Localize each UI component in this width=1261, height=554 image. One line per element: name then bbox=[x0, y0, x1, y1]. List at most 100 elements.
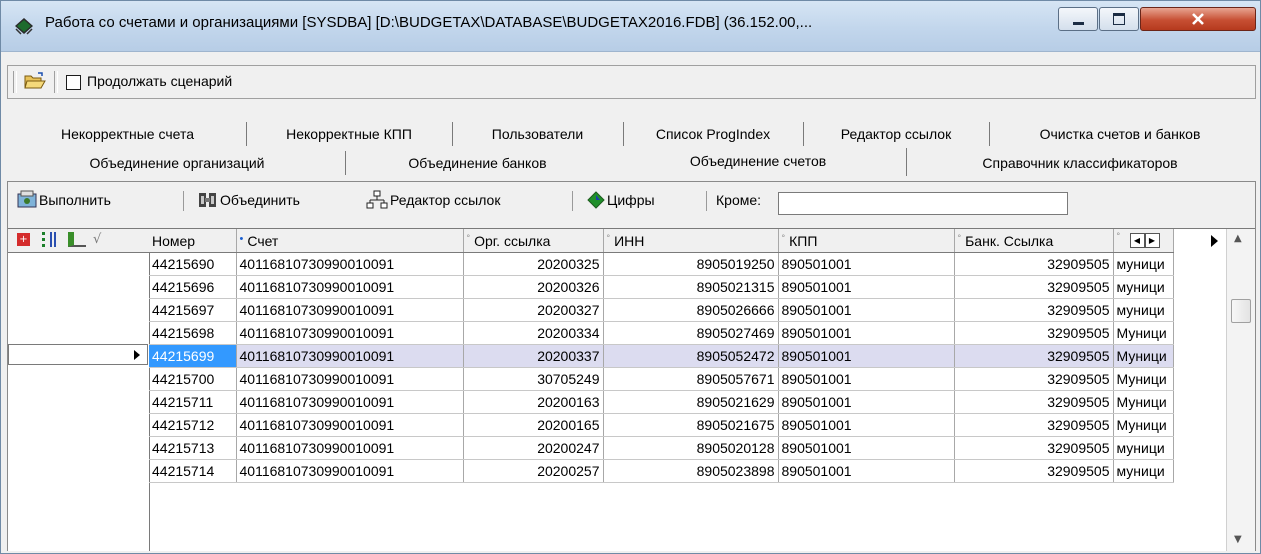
column-header-account[interactable]: • Счет bbox=[236, 229, 464, 253]
cell-number[interactable]: 44215713 bbox=[149, 436, 237, 460]
close-button[interactable] bbox=[1140, 7, 1256, 31]
open-folder-icon[interactable] bbox=[24, 72, 46, 90]
tab-classifier-directory[interactable]: Справочник классификаторов bbox=[906, 151, 1254, 175]
filter-columns-icon[interactable] bbox=[68, 232, 86, 247]
cell-name[interactable]: Муници bbox=[1113, 367, 1174, 391]
table-row[interactable]: 44215698 40116810730990010091 20200334 8905… bbox=[149, 321, 1174, 345]
scroll-columns-right-icon[interactable]: ▶ bbox=[1144, 233, 1160, 248]
cell-org-link[interactable]: 20200163 bbox=[463, 390, 604, 414]
tab-users[interactable]: Пользователи bbox=[452, 122, 624, 146]
cell-account[interactable]: 40116810730990010091 bbox=[236, 275, 464, 299]
cell-inn[interactable]: 8905052472 bbox=[603, 344, 779, 368]
column-header-name[interactable]: ° ◀ ▶ bbox=[1113, 229, 1174, 253]
cell-account[interactable]: 40116810730990010091 bbox=[236, 344, 464, 368]
cell-number[interactable]: 44215711 bbox=[149, 390, 237, 414]
more-columns-arrow-icon[interactable] bbox=[1211, 235, 1218, 247]
cell-name[interactable]: Муници bbox=[1113, 321, 1174, 345]
cell-org-link[interactable]: 20200165 bbox=[463, 413, 604, 437]
continue-scenario-checkbox[interactable] bbox=[66, 75, 81, 90]
cell-inn[interactable]: 8905057671 bbox=[603, 367, 779, 391]
cell-name[interactable]: Муници bbox=[1113, 390, 1174, 414]
cell-number[interactable]: 44215698 bbox=[149, 321, 237, 345]
column-header-bank-link[interactable]: ° Банк. Ссылка bbox=[954, 229, 1114, 253]
cell-account[interactable]: 40116810730990010091 bbox=[236, 413, 464, 437]
cell-inn[interactable]: 8905019250 bbox=[603, 252, 779, 276]
cell-bank-link[interactable]: 32909505 bbox=[954, 344, 1114, 368]
cell-name[interactable]: муници bbox=[1113, 459, 1174, 483]
cell-inn[interactable]: 8905021315 bbox=[603, 275, 779, 299]
tab-merge-banks[interactable]: Объединение банков bbox=[345, 151, 611, 175]
scroll-columns-left-icon[interactable]: ◀ bbox=[1129, 233, 1145, 248]
tab-incorrect-accounts[interactable]: Некорректные счета bbox=[9, 122, 247, 146]
cell-account[interactable]: 40116810730990010091 bbox=[236, 367, 464, 391]
tab-incorrect-kpp[interactable]: Некорректные КПП bbox=[246, 122, 453, 146]
list-checks-icon[interactable] bbox=[42, 232, 56, 247]
cell-inn[interactable]: 8905026666 bbox=[603, 298, 779, 322]
scroll-up-icon[interactable]: ▲ bbox=[1234, 233, 1242, 244]
column-header-number[interactable]: Номер bbox=[149, 229, 237, 253]
cell-bank-link[interactable]: 32909505 bbox=[954, 390, 1114, 414]
table-row[interactable]: 44215713 40116810730990010091 20200247 8905… bbox=[149, 436, 1174, 460]
column-header-org-link[interactable]: ° Орг. ссылка bbox=[463, 229, 604, 253]
execute-button[interactable]: Выполнить bbox=[16, 188, 111, 212]
tab-progindex-list[interactable]: Список ProgIndex bbox=[623, 122, 804, 146]
cell-bank-link[interactable]: 32909505 bbox=[954, 321, 1114, 345]
maximize-button[interactable] bbox=[1099, 7, 1139, 31]
cell-kpp[interactable]: 890501001 bbox=[778, 367, 955, 391]
cell-account[interactable]: 40116810730990010091 bbox=[236, 390, 464, 414]
link-editor-button[interactable]: Редактор ссылок bbox=[366, 188, 500, 212]
cell-number[interactable]: 44215700 bbox=[149, 367, 237, 391]
cell-bank-link[interactable]: 32909505 bbox=[954, 436, 1114, 460]
cell-kpp[interactable]: 890501001 bbox=[778, 390, 955, 414]
tab-merge-orgs[interactable]: Объединение организаций bbox=[9, 151, 346, 175]
cell-name[interactable]: муници bbox=[1113, 436, 1174, 460]
cell-account[interactable]: 40116810730990010091 bbox=[236, 252, 464, 276]
cell-inn[interactable]: 8905027469 bbox=[603, 321, 779, 345]
cell-kpp[interactable]: 890501001 bbox=[778, 459, 955, 483]
cell-number[interactable]: 44215697 bbox=[149, 298, 237, 322]
cell-account[interactable]: 40116810730990010091 bbox=[236, 298, 464, 322]
cell-bank-link[interactable]: 32909505 bbox=[954, 252, 1114, 276]
merge-button[interactable]: Объединить bbox=[197, 188, 300, 212]
cell-kpp[interactable]: 890501001 bbox=[778, 252, 955, 276]
cell-org-link[interactable]: 20200257 bbox=[463, 459, 604, 483]
title-bar[interactable]: Работа со счетами и организациями [SYSDB… bbox=[1, 1, 1260, 52]
except-input[interactable] bbox=[778, 192, 1068, 215]
minimize-button[interactable] bbox=[1058, 7, 1098, 31]
cell-name[interactable]: Муници bbox=[1113, 413, 1174, 437]
table-row[interactable]: 44215714 40116810730990010091 20200257 8905… bbox=[149, 459, 1174, 483]
cell-inn[interactable]: 8905020128 bbox=[603, 436, 779, 460]
cell-account[interactable]: 40116810730990010091 bbox=[236, 459, 464, 483]
cell-org-link[interactable]: 30705249 bbox=[463, 367, 604, 391]
tab-cleanup-accounts-banks[interactable]: Очистка счетов и банков bbox=[989, 122, 1251, 146]
cell-org-link[interactable]: 20200326 bbox=[463, 275, 604, 299]
cell-org-link[interactable]: 20200334 bbox=[463, 321, 604, 345]
cell-name[interactable]: муници bbox=[1113, 298, 1174, 322]
digits-button[interactable]: Цифры bbox=[586, 188, 655, 212]
cell-bank-link[interactable]: 32909505 bbox=[954, 459, 1114, 483]
table-row[interactable]: 44215690 40116810730990010091 20200325 8905… bbox=[149, 252, 1174, 276]
cell-inn[interactable]: 8905023898 bbox=[603, 459, 779, 483]
cell-name[interactable]: муници bbox=[1113, 275, 1174, 299]
cell-org-link[interactable]: 20200247 bbox=[463, 436, 604, 460]
cell-inn[interactable]: 8905021629 bbox=[603, 390, 779, 414]
tab-link-editor[interactable]: Редактор ссылок bbox=[803, 122, 990, 146]
cell-bank-link[interactable]: 32909505 bbox=[954, 275, 1114, 299]
cell-name[interactable]: Муници bbox=[1113, 344, 1174, 368]
cell-number[interactable]: 44215712 bbox=[149, 413, 237, 437]
cell-bank-link[interactable]: 32909505 bbox=[954, 413, 1114, 437]
cell-number[interactable]: 44215699 bbox=[149, 344, 237, 368]
column-header-inn[interactable]: ° ИНН bbox=[603, 229, 779, 253]
cell-name[interactable]: муници bbox=[1113, 252, 1174, 276]
cell-number[interactable]: 44215714 bbox=[149, 459, 237, 483]
tab-merge-accounts[interactable]: Объединение счетов bbox=[610, 148, 907, 176]
table-row[interactable]: 44215696 40116810730990010091 20200326 8905… bbox=[149, 275, 1174, 299]
cell-org-link[interactable]: 20200325 bbox=[463, 252, 604, 276]
cell-org-link[interactable]: 20200327 bbox=[463, 298, 604, 322]
cell-kpp[interactable]: 890501001 bbox=[778, 436, 955, 460]
cell-number[interactable]: 44215696 bbox=[149, 275, 237, 299]
scroll-down-icon[interactable]: ▼ bbox=[1234, 534, 1242, 545]
cell-kpp[interactable]: 890501001 bbox=[778, 275, 955, 299]
cell-kpp[interactable]: 890501001 bbox=[778, 413, 955, 437]
cell-inn[interactable]: 8905021675 bbox=[603, 413, 779, 437]
